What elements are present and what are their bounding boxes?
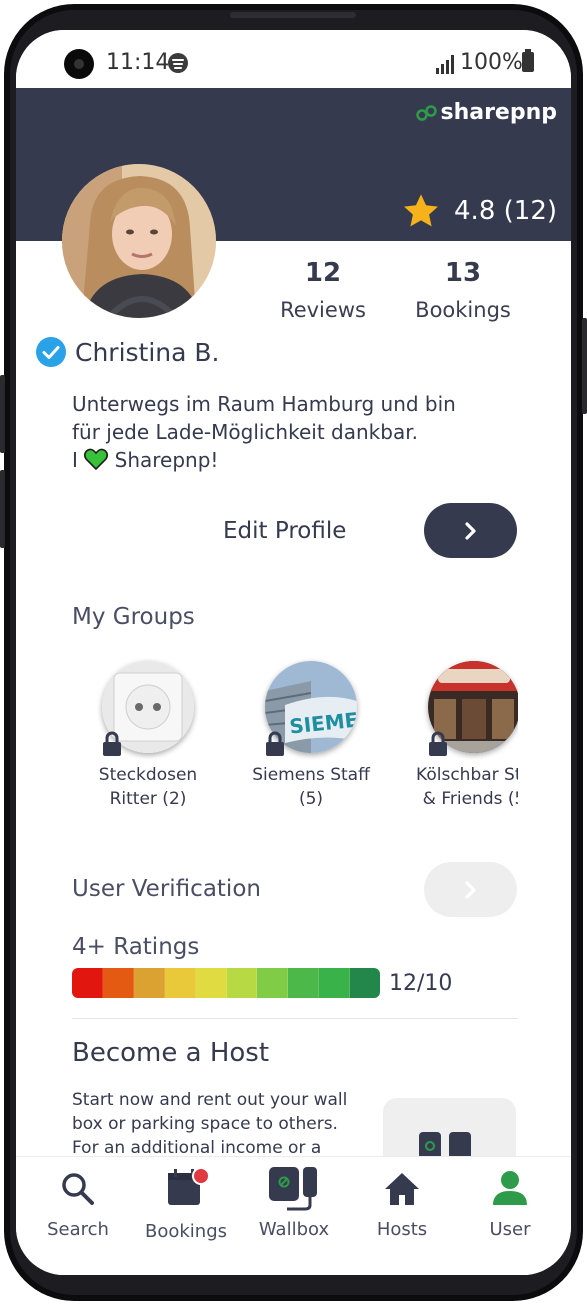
ratings-bar-segment — [102, 968, 134, 998]
my-groups-title: My Groups — [72, 604, 195, 630]
home-icon — [385, 1173, 419, 1205]
divider — [72, 1018, 518, 1019]
group-name: Steckdosen — [98, 765, 198, 785]
group-label: Kölschbar Sta & Friends (5 — [399, 763, 518, 811]
user-verification-title: User Verification — [72, 876, 261, 902]
group-label: Siemens Staff (5) — [236, 763, 386, 811]
avatar[interactable] — [62, 164, 216, 318]
wallbox-icon — [269, 1167, 317, 1211]
tab-label: Search — [47, 1219, 109, 1240]
spotify-icon — [168, 53, 188, 73]
group-name: Kölschbar Sta — [416, 765, 518, 785]
logo-mark-icon — [416, 104, 438, 121]
become-host-text: Start now and rent out your wall box or … — [72, 1088, 372, 1160]
reviews-label: Reviews — [280, 298, 366, 322]
star-icon — [404, 194, 438, 227]
reviews-count: 12 — [304, 258, 342, 288]
rating-summary: 4.8 (12) — [402, 192, 557, 230]
battery-icon — [522, 49, 534, 72]
tab-label: User — [489, 1219, 531, 1240]
tab-bookings[interactable]: Bookings — [131, 1157, 241, 1257]
volume-button — [0, 470, 5, 548]
profile-name: Christina B. — [75, 337, 220, 367]
tab-user[interactable]: User — [455, 1157, 565, 1257]
tab-label: Hosts — [376, 1219, 428, 1240]
bookings-count: 13 — [444, 258, 482, 288]
ratings-bar-segment — [257, 968, 289, 998]
ratings-bar-segment — [195, 968, 227, 998]
status-bar: 11:14 100% — [16, 30, 571, 88]
power-button — [582, 318, 587, 414]
calendar-icon — [168, 1167, 210, 1205]
lock-icon — [429, 731, 447, 756]
bio-suffix: Sharepnp! — [114, 448, 219, 472]
status-time: 11:14 — [106, 50, 170, 75]
battery-percentage: 100% — [460, 50, 523, 75]
group-name: Siemens Staff — [252, 765, 370, 785]
ratings-bar-segment — [133, 968, 165, 998]
bio-prefix: I — [72, 448, 78, 472]
group-card[interactable]: Steckdosen Ritter (2) — [73, 661, 223, 811]
ratings-bar-segment — [226, 968, 258, 998]
become-host-title: Become a Host — [72, 1038, 270, 1068]
rating-value: 4.8 (12) — [454, 196, 557, 226]
speaker-slot — [230, 12, 356, 18]
tab-hosts[interactable]: Hosts — [347, 1157, 457, 1257]
green-heart-icon — [84, 448, 109, 470]
group-count: Ritter (2) — [109, 789, 187, 809]
ratings-progress-value: 12/10 — [389, 971, 453, 996]
volume-button — [0, 375, 5, 453]
tab-wallbox[interactable]: Wallbox — [239, 1157, 349, 1257]
tab-search[interactable]: Search — [23, 1157, 133, 1257]
phone-frame: 11:14 100% sharepnp 4.8 (12) 12 Reviews … — [0, 0, 587, 1305]
ratings-bar-segment — [164, 968, 196, 998]
group-count: & Friends (5 — [422, 789, 518, 809]
app-screen: 11:14 100% sharepnp 4.8 (12) 12 Reviews … — [16, 30, 571, 1275]
bio-line: für jede Lade-Möglichkeit dankbar. — [72, 420, 418, 444]
ratings-bar-segment — [72, 968, 103, 998]
edit-profile-label[interactable]: Edit Profile — [223, 518, 346, 544]
group-card[interactable]: Kölschbar Sta & Friends (5 — [399, 661, 518, 811]
profile-bio: Unterwegs im Raum Hamburg und bin für je… — [72, 390, 502, 474]
bio-line: Unterwegs im Raum Hamburg und bin — [72, 392, 456, 416]
bio-line: I Sharepnp! — [72, 446, 502, 474]
logo-text: sharepnp — [440, 100, 557, 125]
ratings-bar-segment — [288, 968, 320, 998]
chevron-right-icon — [464, 521, 476, 540]
group-count: (5) — [298, 789, 324, 809]
lock-icon — [266, 731, 284, 756]
stat-bookings[interactable]: 13 Bookings — [408, 258, 518, 322]
profile-name-row: Christina B. — [35, 336, 220, 368]
user-icon — [493, 1171, 527, 1205]
group-label: Steckdosen Ritter (2) — [73, 763, 223, 811]
chevron-right-icon — [464, 880, 476, 899]
search-icon — [62, 1173, 94, 1205]
camera-icon — [64, 49, 94, 79]
edit-profile-button[interactable] — [424, 503, 517, 558]
group-card[interactable]: SIEMENS Siemens Staff (5) — [236, 661, 386, 811]
host-text-line: box or parking space to others. — [72, 1114, 338, 1134]
tab-label: Bookings — [144, 1221, 227, 1242]
host-text-line: Start now and rent out your wall — [72, 1090, 348, 1110]
lock-icon — [103, 731, 121, 756]
bookings-label: Bookings — [415, 298, 511, 322]
tab-label: Wallbox — [258, 1219, 330, 1240]
verified-check-icon — [36, 337, 66, 367]
ratings-bar-segment — [319, 968, 351, 998]
ratings-bar-segment — [350, 968, 380, 998]
sharepnp-logo: sharepnp — [416, 100, 557, 125]
bottom-tab-bar: Search Bookings Wallbox Hosts User — [16, 1156, 571, 1275]
user-verification-button[interactable] — [424, 862, 517, 917]
ratings-requirement-label: 4+ Ratings — [72, 934, 200, 960]
groups-carousel[interactable]: Steckdosen Ritter (2) SIEMENS Siemens St… — [72, 658, 518, 820]
avatar-photo — [62, 164, 216, 318]
ratings-progress-bar — [72, 968, 380, 998]
stat-reviews[interactable]: 12 Reviews — [268, 258, 378, 322]
signal-icon — [436, 55, 454, 74]
